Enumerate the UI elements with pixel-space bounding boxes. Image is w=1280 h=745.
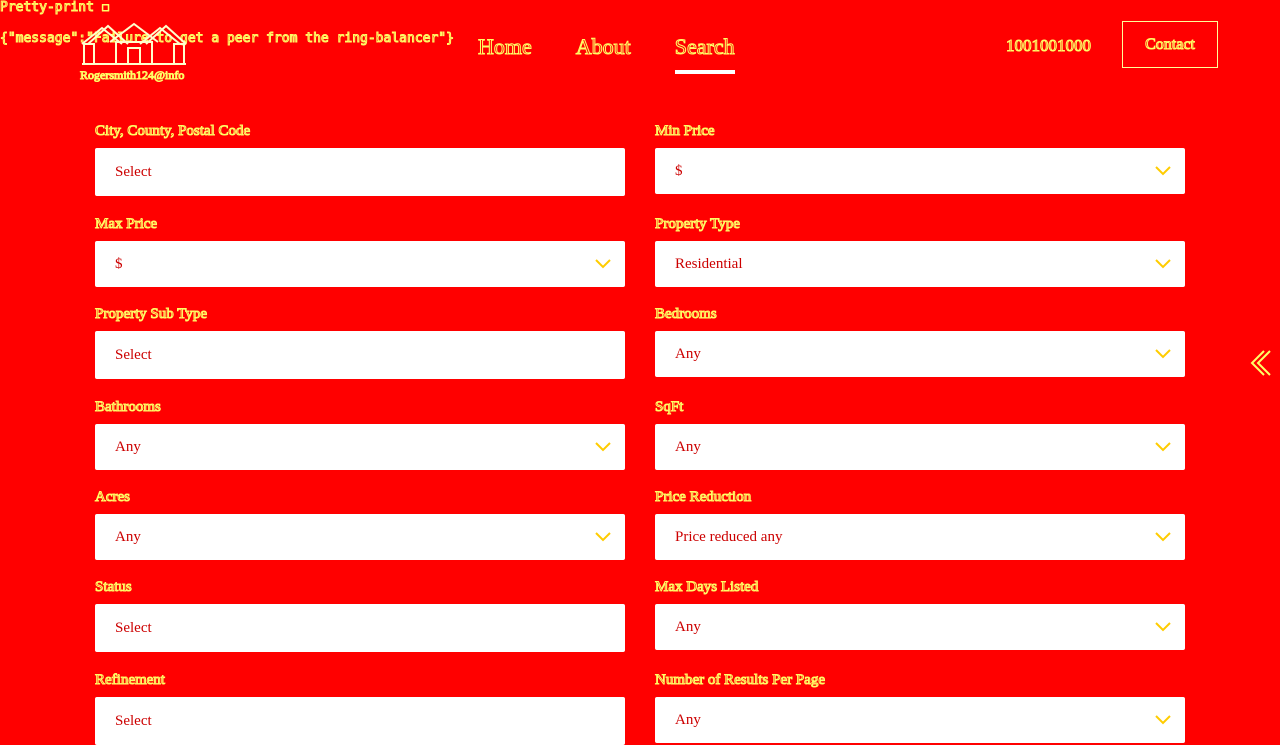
max-price-select[interactable]: $ <box>95 241 625 287</box>
field-label: Max Price <box>95 216 158 233</box>
sqft-field: SqFt Any <box>655 398 1185 470</box>
field-label: City, County, Postal Code <box>95 123 251 140</box>
field-value: Select <box>115 163 152 180</box>
brand-tagline: Rogersmith124@info <box>79 68 185 83</box>
tab-home[interactable]: Home <box>478 34 533 68</box>
chevron-down-icon <box>595 259 611 269</box>
refinement-input[interactable]: Select <box>95 697 625 745</box>
field-label: Min Price <box>655 123 716 140</box>
field-value: Select <box>115 346 152 363</box>
raw-json-message: {"message":"Failure to get a peer from t… <box>0 31 454 47</box>
field-value: Any <box>675 618 701 635</box>
sqft-select[interactable]: Any <box>655 424 1185 470</box>
chevron-down-icon <box>1155 532 1171 542</box>
min-price-field: Min Price $ <box>655 122 1185 194</box>
field-label: Property Sub Type <box>95 306 208 323</box>
acres-select[interactable]: Any <box>95 514 625 560</box>
min-price-select[interactable]: $ <box>655 148 1185 194</box>
property-type-field: Property Type Residential <box>655 215 1185 287</box>
max-days-listed-select[interactable]: Any <box>655 604 1185 650</box>
field-label: Property Type <box>655 216 741 233</box>
chevron-down-icon <box>595 532 611 542</box>
chevron-down-icon <box>595 442 611 452</box>
chevron-down-icon <box>1155 442 1171 452</box>
main-nav: Home About Search <box>478 34 735 74</box>
city-county-postal-field: City, County, Postal Code Select <box>95 122 625 196</box>
refinement-field: Refinement Select <box>95 671 625 745</box>
status-field: Status Select <box>95 578 625 652</box>
tab-search[interactable]: Search <box>674 34 735 74</box>
brand-logo[interactable]: Rogersmith124@info <box>79 22 190 83</box>
phone-number[interactable]: 1001001000 <box>1006 36 1092 56</box>
field-label: Price Reduction <box>655 489 752 506</box>
max-price-field: Max Price $ <box>95 215 625 287</box>
bedrooms-field: Bedrooms Any <box>655 305 1185 377</box>
bathrooms-select[interactable]: Any <box>95 424 625 470</box>
property-sub-type-input[interactable]: Select <box>95 331 625 379</box>
field-label: Acres <box>95 489 131 506</box>
status-input[interactable]: Select <box>95 604 625 652</box>
field-value: $ <box>115 255 123 272</box>
field-value: Residential <box>675 255 743 272</box>
field-value: Any <box>115 438 141 455</box>
city-county-postal-input[interactable]: Select <box>95 148 625 196</box>
price-reduction-field: Price Reduction Price reduced any <box>655 488 1185 560</box>
field-label: Bathrooms <box>95 399 162 416</box>
bathrooms-field: Bathrooms Any <box>95 398 625 470</box>
field-value: Any <box>675 438 701 455</box>
pretty-print-toggle[interactable]: Pretty-print ☐ <box>0 0 110 16</box>
field-value: Any <box>675 345 701 362</box>
field-label: Status <box>95 579 133 596</box>
field-label: Refinement <box>95 672 166 689</box>
chevron-down-icon <box>1155 622 1171 632</box>
results-per-page-select[interactable]: Any <box>655 697 1185 743</box>
field-label: Bedrooms <box>655 306 718 323</box>
chevron-down-icon <box>1155 166 1171 176</box>
acres-field: Acres Any <box>95 488 625 560</box>
field-value: Any <box>675 711 701 728</box>
tab-about[interactable]: About <box>575 34 631 68</box>
contact-button[interactable]: Contact <box>1122 21 1218 68</box>
property-sub-type-field: Property Sub Type Select <box>95 305 625 379</box>
property-type-select[interactable]: Residential <box>655 241 1185 287</box>
results-per-page-field: Number of Results Per Page Any <box>655 671 1185 743</box>
max-days-listed-field: Max Days Listed Any <box>655 578 1185 650</box>
house-logo-icon <box>81 22 187 65</box>
price-reduction-select[interactable]: Price reduced any <box>655 514 1185 560</box>
chevron-down-icon <box>1155 715 1171 725</box>
bedrooms-select[interactable]: Any <box>655 331 1185 377</box>
field-value: Any <box>115 528 141 545</box>
field-label: Number of Results Per Page <box>655 672 826 689</box>
chevron-left-double-icon[interactable] <box>1248 348 1272 378</box>
chevron-down-icon <box>1155 349 1171 359</box>
field-value: $ <box>675 162 683 179</box>
chevron-down-icon <box>1155 259 1171 269</box>
field-label: Max Days Listed <box>655 579 759 596</box>
field-value: Select <box>115 619 152 636</box>
field-label: SqFt <box>655 399 684 416</box>
field-value: Select <box>115 712 152 729</box>
field-value: Price reduced any <box>675 528 783 545</box>
